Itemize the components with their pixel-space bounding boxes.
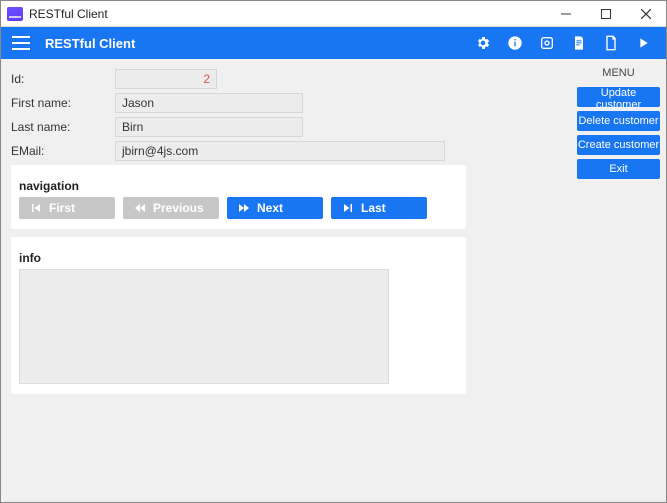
run-button[interactable] xyxy=(634,34,652,52)
customer-form: Id: 2 First name: Jason Last name: Birn … xyxy=(11,67,561,163)
label-email: EMail: xyxy=(11,144,115,158)
app-title: RESTful Client xyxy=(41,36,474,51)
previous-icon xyxy=(133,202,147,214)
delete-customer-button[interactable]: Delete customer xyxy=(577,111,660,131)
last-name-value: Birn xyxy=(122,120,143,134)
info-panel: info xyxy=(11,237,466,394)
first-name-field[interactable]: Jason xyxy=(115,93,303,113)
tools-button[interactable] xyxy=(538,34,556,52)
first-name-value: Jason xyxy=(122,96,154,110)
menu-title: MENU xyxy=(577,67,660,79)
id-field[interactable]: 2 xyxy=(115,69,217,89)
row-email: EMail: jbirn@4js.com xyxy=(11,139,561,163)
window: RESTful Client RESTful Client xyxy=(0,0,667,503)
toolbar xyxy=(474,34,666,52)
row-last-name: Last name: Birn xyxy=(11,115,561,139)
title-bar: RESTful Client xyxy=(1,1,666,27)
new-document-icon xyxy=(603,35,619,51)
create-customer-button[interactable]: Create customer xyxy=(577,135,660,155)
label-first-name: First name: xyxy=(11,96,115,110)
first-button: First xyxy=(19,197,115,219)
navigation-panel: navigation First Previous Next xyxy=(11,165,466,229)
minimize-button[interactable] xyxy=(546,1,586,26)
previous-button: Previous xyxy=(123,197,219,219)
info-textarea[interactable] xyxy=(19,269,389,384)
minimize-icon xyxy=(561,9,571,19)
body: Id: 2 First name: Jason Last name: Birn … xyxy=(1,59,666,502)
next-icon xyxy=(237,202,251,214)
update-customer-button[interactable]: Update customer xyxy=(577,87,660,107)
window-controls xyxy=(546,1,666,26)
maximize-button[interactable] xyxy=(586,1,626,26)
document-icon xyxy=(571,35,587,51)
navigation-buttons: First Previous Next Last xyxy=(19,197,458,219)
exit-button[interactable]: Exit xyxy=(577,159,660,179)
info-button[interactable] xyxy=(506,34,524,52)
app-icon xyxy=(7,7,23,21)
last-icon xyxy=(341,202,355,214)
menu-button[interactable] xyxy=(1,27,41,59)
settings-button[interactable] xyxy=(474,34,492,52)
info-title: info xyxy=(19,251,458,265)
label-id: Id: xyxy=(11,72,115,86)
previous-label: Previous xyxy=(153,201,204,215)
first-label: First xyxy=(49,201,75,215)
badge-gear-icon xyxy=(539,35,555,51)
email-field[interactable]: jbirn@4js.com xyxy=(115,141,445,161)
row-first-name: First name: Jason xyxy=(11,91,561,115)
navigation-title: navigation xyxy=(19,179,458,193)
last-label: Last xyxy=(361,201,386,215)
gear-icon xyxy=(475,35,491,51)
maximize-icon xyxy=(601,9,611,19)
email-value: jbirn@4js.com xyxy=(122,144,198,158)
label-last-name: Last name: xyxy=(11,120,115,134)
row-id: Id: 2 xyxy=(11,67,561,91)
side-menu: MENU Update customer Delete customer Cre… xyxy=(571,59,666,502)
window-title: RESTful Client xyxy=(29,7,546,21)
main-panel: Id: 2 First name: Jason Last name: Birn … xyxy=(1,59,571,502)
next-button[interactable]: Next xyxy=(227,197,323,219)
id-value: 2 xyxy=(203,72,210,86)
play-icon xyxy=(635,35,651,51)
new-document-button[interactable] xyxy=(602,34,620,52)
next-label: Next xyxy=(257,201,283,215)
first-icon xyxy=(29,202,43,214)
last-name-field[interactable]: Birn xyxy=(115,117,303,137)
hamburger-icon xyxy=(12,36,30,50)
app-bar: RESTful Client xyxy=(1,27,666,59)
close-icon xyxy=(641,9,651,19)
close-button[interactable] xyxy=(626,1,666,26)
document-button[interactable] xyxy=(570,34,588,52)
last-button[interactable]: Last xyxy=(331,197,427,219)
info-icon xyxy=(507,35,523,51)
